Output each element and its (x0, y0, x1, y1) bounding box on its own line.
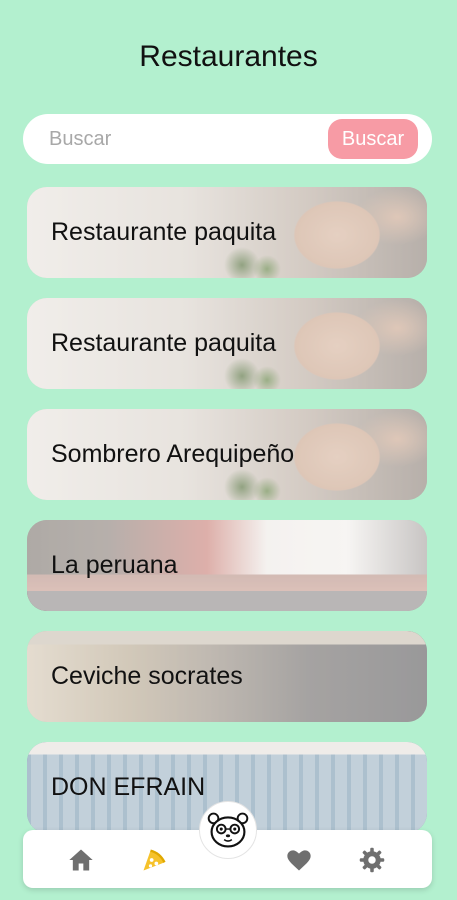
gear-icon[interactable] (357, 846, 387, 874)
restaurant-name: Restaurante paquita (51, 218, 277, 246)
restaurant-card[interactable]: Restaurante paquita (27, 298, 427, 389)
heart-icon[interactable] (284, 846, 314, 874)
panda-button[interactable] (199, 801, 257, 859)
home-icon[interactable] (66, 846, 96, 874)
restaurant-card[interactable]: Ceviche socrates (27, 631, 427, 722)
restaurant-name: Ceviche socrates (51, 662, 243, 690)
restaurant-name: Restaurante paquita (51, 329, 277, 357)
restaurant-card[interactable]: Restaurante paquita (27, 187, 427, 278)
restaurant-list: Restaurante paquita Restaurante paquita … (27, 187, 427, 853)
restaurant-name: La peruana (51, 551, 178, 579)
restaurant-name: Sombrero Arequipeño (51, 440, 295, 468)
restaurant-card[interactable]: La peruana (27, 520, 427, 611)
search-input[interactable] (49, 124, 329, 154)
panda-icon (207, 812, 249, 848)
search-bar: Buscar (23, 114, 432, 164)
search-button[interactable]: Buscar (328, 119, 418, 159)
restaurant-name: DON EFRAIN (51, 773, 206, 801)
pizza-icon[interactable] (139, 846, 169, 874)
restaurant-card[interactable]: Sombrero Arequipeño (27, 409, 427, 500)
page-title: Restaurantes (139, 40, 318, 73)
